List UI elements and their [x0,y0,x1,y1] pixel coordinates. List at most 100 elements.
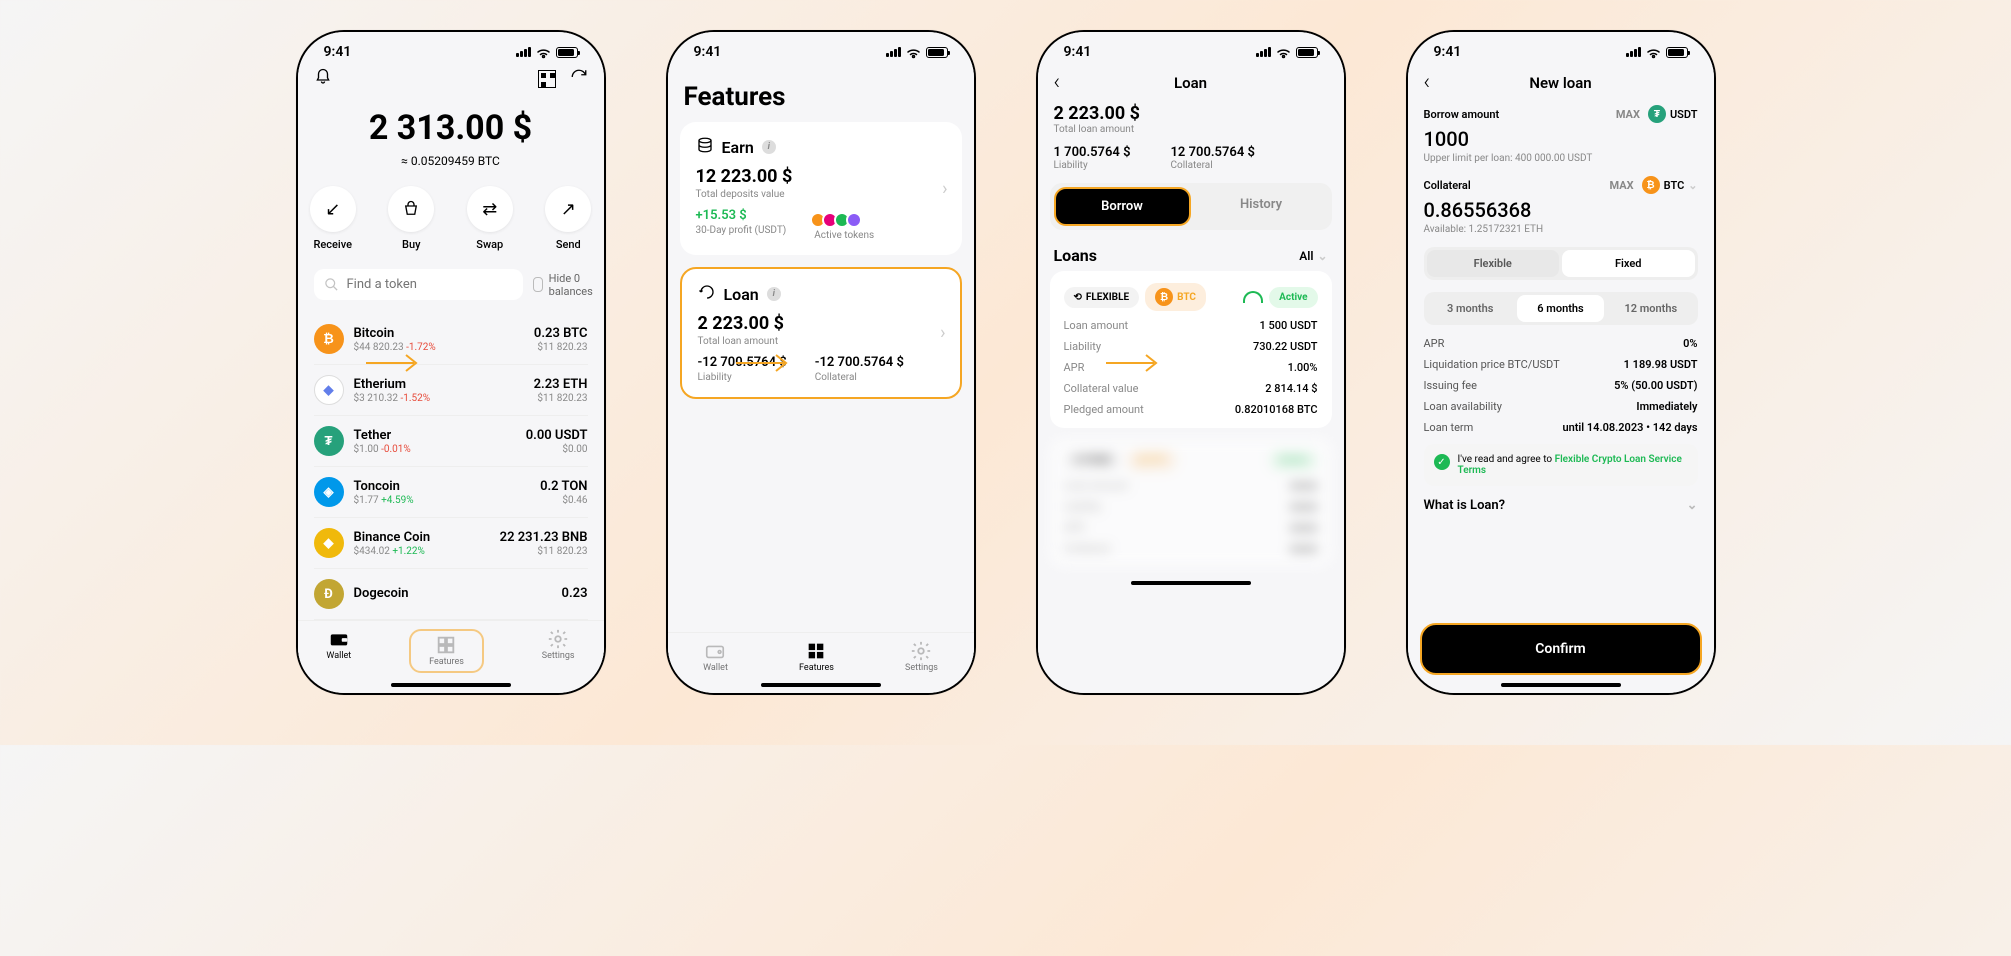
mode-fixed[interactable]: Fixed [1562,250,1695,277]
phone-new-loan: 9:41 ‹ New loan Borrow amount MAX ₮ USDT… [1406,30,1716,695]
info-row: Issuing fee5% (50.00 USDT) [1424,379,1698,392]
token-row[interactable]: ◆ Etherium $3 210.32 -1.52% 2.23 ETH $11… [314,365,588,416]
max-button[interactable]: MAX [1610,179,1634,192]
stage: 9:41 2 313.00 $ ≈ 0.05209459 BTC ↙Receiv… [30,30,1981,695]
refresh-icon[interactable] [570,68,588,90]
token-price: $1.00 -0.01% [354,444,526,455]
token-fiat: $11 820.23 [534,393,588,404]
token-row[interactable]: ◆ Binance Coin $434.02 +1.22% 22 231.23 … [314,518,588,569]
earn-profit: +15.53 $ [696,208,787,223]
loan-item-1[interactable]: ⟲ FLEXIBLE ₿ BTC Active Loan amount1 500… [1050,271,1332,428]
info-row: APR0% [1424,337,1698,350]
back-button[interactable]: ‹ [1054,70,1078,95]
search-box[interactable] [314,269,523,300]
loan-detail-row: Liability730.22 USDT [1064,340,1318,353]
loan-summary: 2 223.00 $ Total loan amount 1 700.5764 … [1038,95,1344,179]
home-indicator[interactable] [1131,581,1251,585]
page-header: ‹ Loan [1038,64,1344,95]
battery-icon [1666,47,1688,58]
active-tokens-label: Active tokens [814,230,874,241]
signal-icon [1256,47,1271,57]
token-fiat: $11 820.23 [500,546,588,557]
bottom-nav: Wallet Features Settings [668,632,974,679]
wallet-icon [328,629,350,649]
hide-zero-toggle[interactable]: Hide 0 balances [533,272,598,298]
mode-flexible[interactable]: Flexible [1427,250,1560,277]
token-amount: 0.23 [562,586,588,601]
tab-borrow[interactable]: Borrow [1054,187,1191,226]
home-indicator[interactable] [761,683,881,687]
term-3m[interactable]: 3 months [1427,295,1514,322]
balance-block: 2 313.00 $ ≈ 0.05209459 BTC [298,108,604,168]
loan-detail-row: Loan amount1 500 USDT [1064,319,1318,332]
status-time: 9:41 [1434,44,1462,60]
term-12m[interactable]: 12 months [1607,295,1694,322]
swap-button[interactable]: ⇄Swap [467,186,513,251]
loan-card[interactable]: Loan i 2 223.00 $ Total loan amount -12 … [680,267,962,399]
info-icon[interactable]: i [762,140,776,154]
battery-icon [556,47,578,58]
borrow-currency-select[interactable]: ₮ USDT [1648,105,1698,123]
home-indicator[interactable] [1501,683,1621,687]
token-name: Binance Coin [354,530,500,545]
active-tokens-icons [814,212,874,228]
buy-button[interactable]: Buy [388,186,434,251]
token-list: ₿ Bitcoin $44 820.23 -1.72% 0.23 BTC $11… [314,314,588,620]
notifications-icon[interactable] [314,68,332,90]
signal-icon [516,47,531,57]
receive-button[interactable]: ↙Receive [310,186,356,251]
token-icon: ₮ [314,426,344,456]
token-fiat: $0.00 [526,444,588,455]
nav-features[interactable]: Features [799,641,834,673]
max-button[interactable]: MAX [1616,108,1640,121]
term-6m[interactable]: 6 months [1517,295,1604,322]
tab-history[interactable]: History [1195,187,1328,226]
collateral-currency-select[interactable]: ₿ BTC ⌄ [1642,176,1698,194]
token-row[interactable]: ₮ Tether $1.00 -0.01% 0.00 USDT $0.00 [314,416,588,467]
balance-main: 2 313.00 $ [298,108,604,148]
features-icon [435,635,457,655]
borrow-amount-field: Borrow amount MAX ₮ USDT 1000 Upper limi… [1424,105,1698,164]
status-time: 9:41 [694,44,722,60]
borrow-input[interactable]: 1000 [1424,127,1698,151]
wifi-icon [536,47,551,58]
token-row[interactable]: Ð Dogecoin 0.23 [314,569,588,620]
info-icon[interactable]: i [767,287,781,301]
liability-value: 1 700.5764 $ [1054,145,1131,160]
action-row: ↙Receive Buy ⇄Swap ↗Send [298,186,604,251]
send-button[interactable]: ↗Send [545,186,591,251]
status-time: 9:41 [1064,44,1092,60]
earn-value-sub: Total deposits value [696,189,946,200]
nav-wallet[interactable]: Wallet [326,629,351,673]
nav-features[interactable]: Features [409,629,484,673]
phone-loan: 9:41 ‹ Loan 2 223.00 $ Total loan amount… [1036,30,1346,695]
flow-arrow-3 [1104,348,1164,378]
token-amount: 0.23 BTC [534,326,588,341]
collateral-field: Collateral MAX ₿ BTC ⌄ 0.86556368 Availa… [1424,176,1698,235]
collateral-input[interactable]: 0.86556368 [1424,198,1698,222]
flow-arrow-1 [364,348,424,378]
nav-settings[interactable]: Settings [542,629,575,673]
info-row: Loan availabilityImmediately [1424,400,1698,413]
wifi-icon [1276,47,1291,58]
page-title: Features [668,64,974,122]
agree-row[interactable]: ✓ I've read and agree to Flexible Crypto… [1424,444,1698,486]
earn-card[interactable]: Earn i 12 223.00 $ Total deposits value … [680,122,962,255]
balance-sub: ≈ 0.05209459 BTC [298,154,604,168]
nav-wallet[interactable]: Wallet [703,641,728,673]
confirm-button[interactable]: Confirm [1420,623,1702,675]
loans-title: Loans [1054,246,1097,265]
loan-value: 2 223.00 $ [698,313,944,334]
filter-dropdown[interactable]: All ⌄ [1299,249,1327,263]
agree-text: I've read and agree to Flexible Crypto L… [1458,454,1688,476]
search-input[interactable] [347,277,513,292]
what-is-loan[interactable]: What is Loan? ⌄ [1424,486,1698,525]
signal-icon [886,47,901,57]
token-row[interactable]: ◈ Toncoin $1.77 +4.59% 0.2 TON $0.46 [314,467,588,518]
home-indicator[interactable] [391,683,511,687]
back-button[interactable]: ‹ [1424,70,1448,95]
qr-icon[interactable] [538,70,556,88]
nav-settings[interactable]: Settings [905,641,938,673]
token-row[interactable]: ₿ Bitcoin $44 820.23 -1.72% 0.23 BTC $11… [314,314,588,365]
token-icon: ◈ [314,477,344,507]
